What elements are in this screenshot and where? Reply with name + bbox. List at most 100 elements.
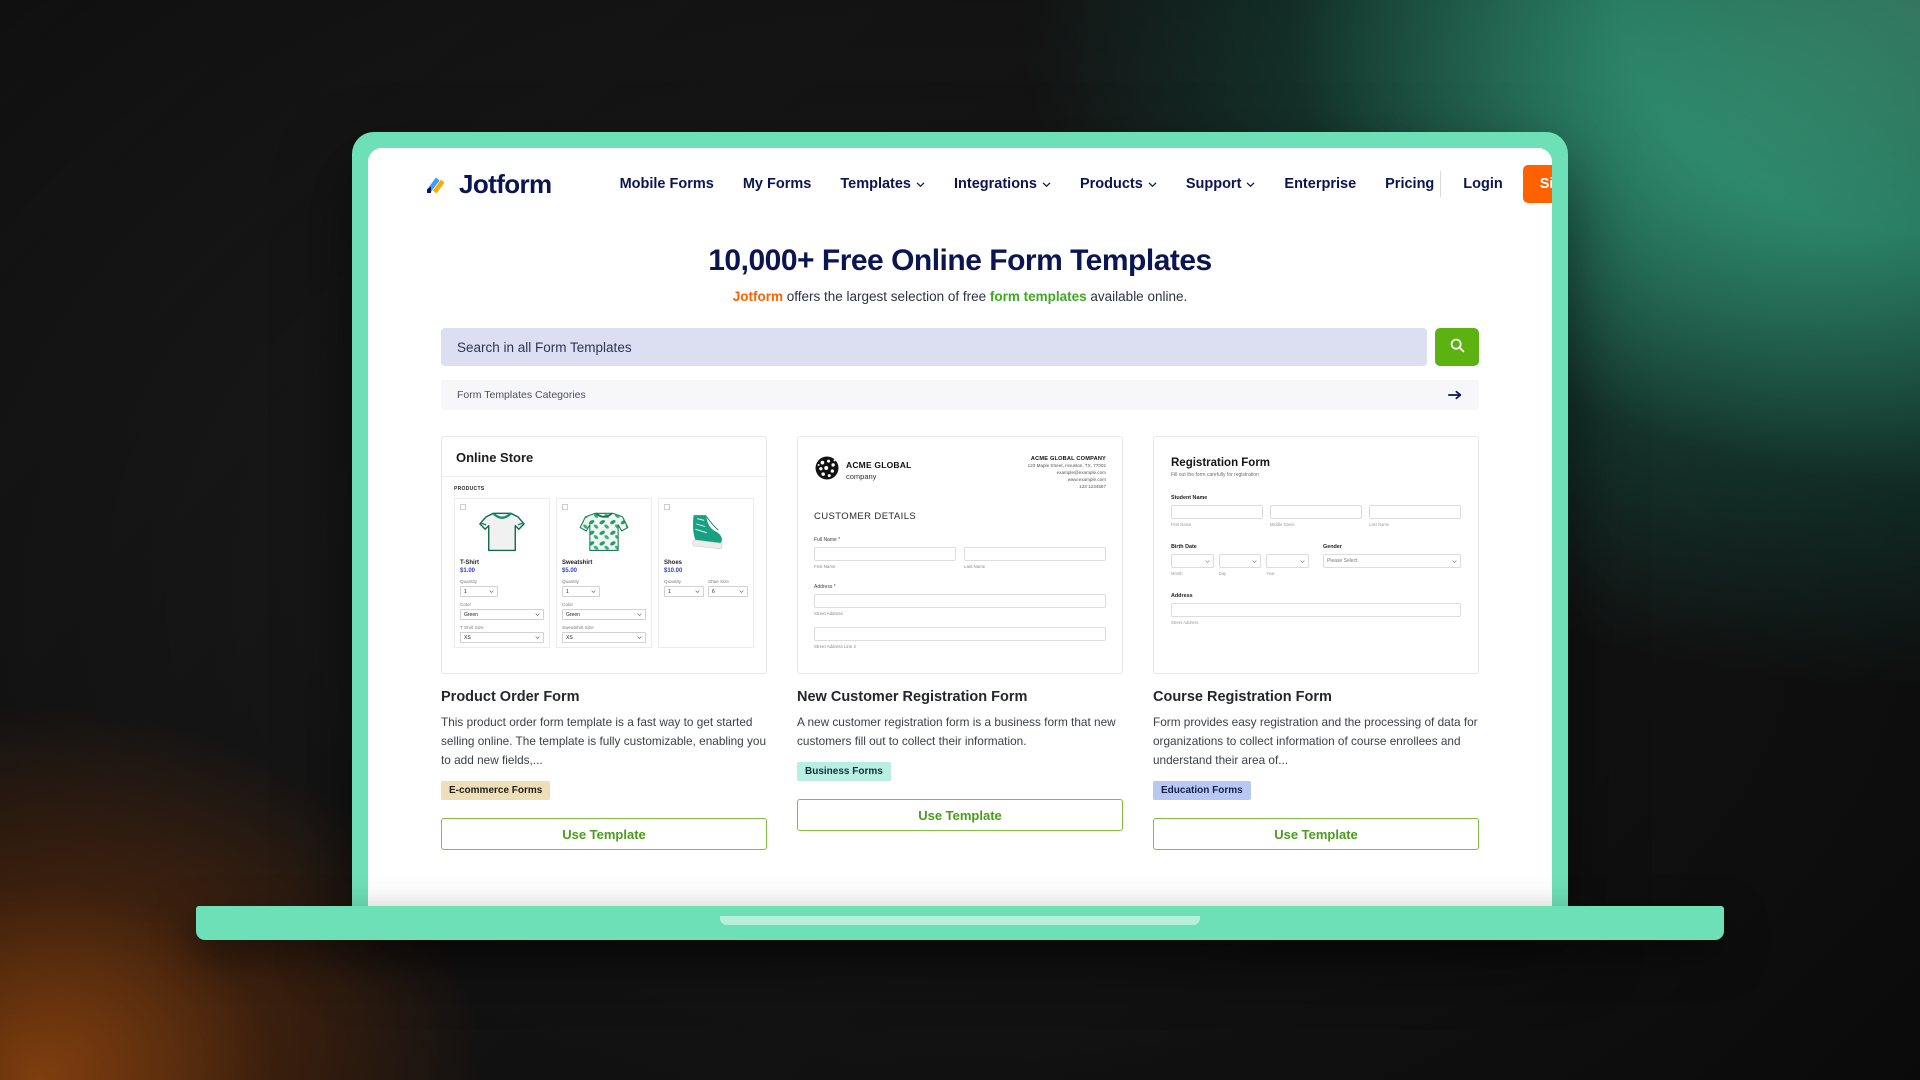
shoe-options-row: Quantity 1 Shoe Size 6 (664, 574, 748, 597)
template-preview-thumbnail[interactable]: Online Store PRODUCTS T-Shirt $1.00 Quan… (441, 436, 767, 674)
page-title: 10,000+ Free Online Form Templates (708, 244, 1212, 277)
select-value: 6 (712, 588, 715, 595)
template-title[interactable]: New Customer Registration Form (797, 689, 1123, 705)
full-name-sublabels: First Name Last Name (814, 561, 1106, 569)
middle-name-input[interactable] (1270, 505, 1362, 519)
last-name-input[interactable] (1369, 505, 1461, 519)
template-description: Form provides easy registration and the … (1153, 715, 1478, 768)
search-button[interactable] (1435, 328, 1479, 366)
laptop-screen: Jotform Mobile Forms My Forms Templates (368, 148, 1552, 912)
preview-subtitle: Fill out the form carefully for registra… (1171, 472, 1259, 478)
field-label: Gender (1323, 544, 1342, 550)
quantity-select[interactable]: 1 (664, 586, 704, 597)
template-preview-thumbnail[interactable]: Registration Form Fill out the form care… (1153, 436, 1479, 674)
color-select[interactable]: Green (562, 609, 646, 620)
login-link[interactable]: Login (1463, 176, 1502, 192)
template-cards-grid: Online Store PRODUCTS T-Shirt $1.00 Quan… (441, 436, 1479, 851)
use-template-button[interactable]: Use Template (441, 818, 767, 851)
nav-item-label: Mobile Forms (619, 176, 714, 192)
year-select[interactable] (1266, 554, 1310, 568)
search-row (441, 328, 1479, 366)
nav-item-integrations[interactable]: Integrations (954, 176, 1051, 192)
day-select[interactable] (1218, 554, 1262, 568)
field-sublabel: Street Address (1171, 620, 1199, 625)
nav-item-mobile-forms[interactable]: Mobile Forms (620, 176, 714, 192)
product-checkbox[interactable] (460, 504, 466, 510)
sweatshirt-image (562, 507, 646, 555)
category-tag[interactable]: Education Forms (1153, 781, 1251, 801)
field-label: Quantity (562, 579, 580, 584)
nav-item-products[interactable]: Products (1080, 176, 1157, 192)
product-checkbox[interactable] (664, 504, 670, 510)
nav-item-enterprise[interactable]: Enterprise (1284, 176, 1356, 192)
nav-item-templates[interactable]: Templates (840, 176, 925, 192)
preview-title: Registration Form (1171, 457, 1271, 469)
online-store-preview: Online Store PRODUCTS T-Shirt $1.00 Quan… (442, 437, 766, 648)
size-select[interactable]: XS (562, 632, 646, 643)
first-name-input[interactable] (814, 546, 956, 561)
field-label: T Shirt Size (460, 625, 484, 630)
product-name: Sweatshirt (562, 560, 593, 566)
product-name: Shoes (664, 560, 683, 566)
signup-button[interactable]: Sign Up for Free (1522, 165, 1552, 203)
street-address-2-input[interactable] (814, 626, 1106, 641)
field-sublabel: Street Address Line 2 (814, 643, 856, 649)
products-grid: T-Shirt $1.00 Quantity 1 Color Green T S… (454, 498, 754, 648)
product-checkbox[interactable] (562, 504, 568, 510)
hero-brand-link[interactable]: Jotform (733, 289, 783, 304)
form-templates-categories-bar[interactable]: Form Templates Categories (441, 380, 1479, 410)
nav-item-label: Products (1079, 176, 1143, 192)
last-name-input[interactable] (964, 546, 1106, 561)
laptop-trackpad-notch (720, 916, 1200, 925)
chevron-down-icon (1042, 180, 1051, 189)
jotform-logo[interactable]: Jotform (424, 169, 552, 200)
shoe-size-select[interactable]: 6 (708, 586, 748, 597)
street-address-input[interactable] (1171, 603, 1461, 617)
nav-item-pricing[interactable]: Pricing (1385, 176, 1434, 192)
products-label: PRODUCTS (454, 486, 485, 492)
use-template-button[interactable]: Use Template (1153, 818, 1479, 851)
address-line: www.example.com (1067, 477, 1106, 483)
birth-date-group: Birth Date Month Day Year (1171, 527, 1310, 576)
product-price: $5.00 (562, 568, 578, 574)
size-select[interactable]: XS (460, 632, 544, 643)
field-sublabel: Day (1218, 571, 1227, 576)
template-title[interactable]: Product Order Form (441, 689, 767, 705)
search-input[interactable] (441, 328, 1427, 366)
product-cell: T-Shirt $1.00 Quantity 1 Color Green T S… (454, 498, 550, 648)
template-preview-thumbnail[interactable]: ACME GLOBAL company ACME GLOBAL COMPANY … (797, 436, 1123, 674)
hero-templates-link[interactable]: form templates (990, 289, 1087, 304)
address-line: example@example.com (1056, 470, 1106, 476)
nav-item-label: My Forms (742, 176, 812, 192)
quantity-select[interactable]: 1 (460, 586, 498, 597)
first-name-input[interactable] (1171, 505, 1263, 519)
use-template-button[interactable]: Use Template (797, 799, 1123, 832)
field-label: Quantity (460, 579, 478, 584)
hero-subtitle: Jotform offers the largest selection of … (368, 289, 1552, 304)
field-label: Student Name (1171, 495, 1208, 501)
laptop-mockup: Jotform Mobile Forms My Forms Templates (0, 0, 1920, 1080)
color-select[interactable]: Green (460, 609, 544, 620)
field-label: Full Name * (814, 536, 841, 543)
street-address-input[interactable] (814, 593, 1106, 608)
nav-item-label: Support (1185, 176, 1242, 192)
full-name-inputs (814, 546, 1106, 561)
field-label: Quantity (664, 579, 682, 584)
category-tag[interactable]: Business Forms (797, 762, 891, 782)
month-select[interactable] (1171, 554, 1214, 568)
nav-item-support[interactable]: Support (1186, 176, 1256, 192)
arrow-right-icon[interactable] (1448, 389, 1463, 401)
jotform-logo-text: Jotform (459, 168, 552, 199)
field-label: Birth Date (1171, 544, 1197, 550)
nav-item-label: Integrations (954, 176, 1037, 192)
gender-select[interactable]: Please Select (1323, 554, 1461, 568)
field-label: Shoe Size (708, 579, 729, 584)
company-name: ACME GLOBAL (846, 460, 912, 471)
birth-date-hints: Month Day Year (1171, 571, 1309, 576)
quantity-select[interactable]: 1 (562, 586, 600, 597)
category-tag[interactable]: E-commerce Forms (441, 781, 551, 801)
section-title: CUSTOMER DETAILS (814, 510, 917, 522)
nav-item-my-forms[interactable]: My Forms (743, 176, 812, 192)
field-label: Address (1171, 593, 1193, 599)
template-title[interactable]: Course Registration Form (1153, 689, 1479, 705)
